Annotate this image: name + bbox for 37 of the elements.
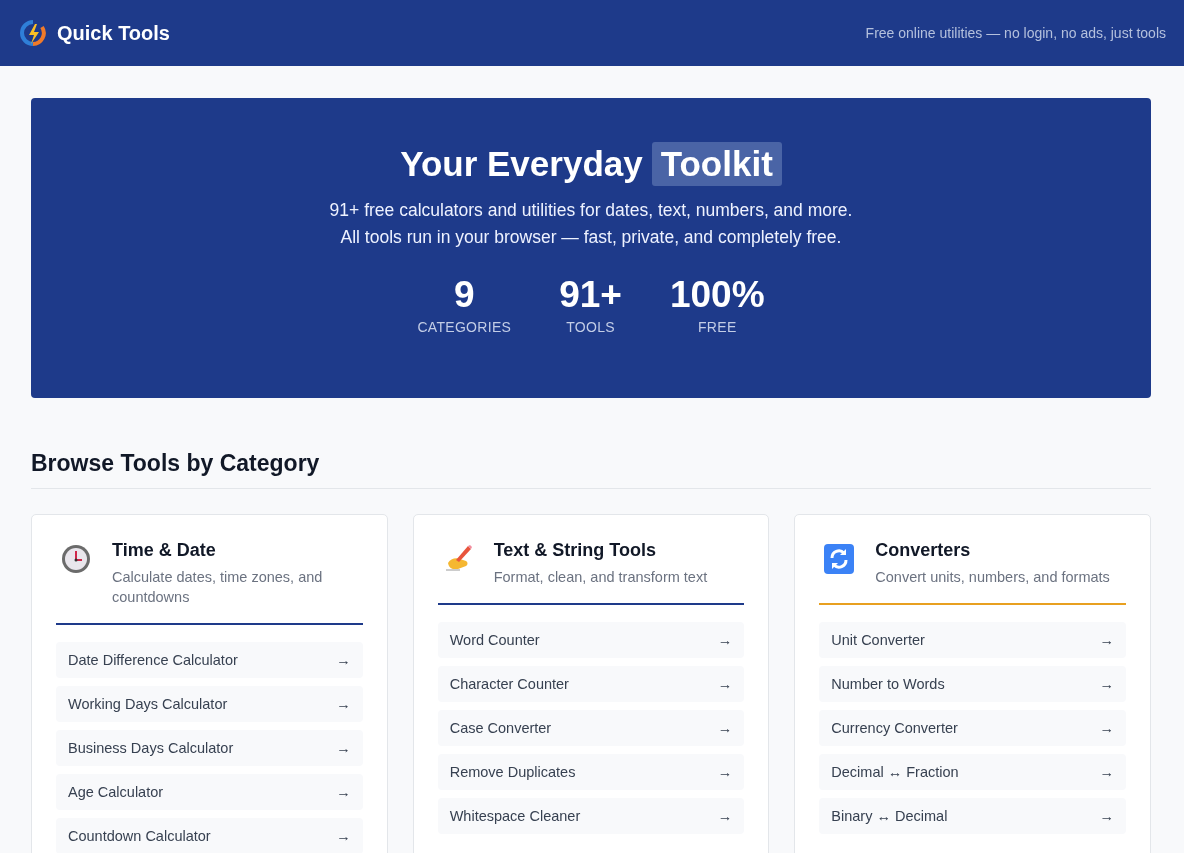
refresh-icon — [823, 543, 856, 575]
category-description: Convert units, numbers, and formats — [875, 568, 1110, 587]
tool-link[interactable]: Unit Converter → — [819, 622, 1126, 658]
tool-link[interactable]: Character Counter → — [437, 666, 745, 702]
tool-link[interactable]: Binary ↔ Decimal → — [819, 798, 1126, 834]
lightning-logo-icon — [19, 18, 47, 48]
tool-link[interactable]: Decimal ↔ Fraction → — [819, 754, 1126, 790]
tool-link[interactable]: Date Difference Calculator → — [56, 642, 363, 678]
stat-label: FREE — [698, 319, 737, 335]
tagline: Free online utilities — no login, no ads, just tools — [865, 25, 1166, 41]
category-title: Time & Date — [112, 540, 217, 561]
tool-link[interactable]: Whitespace Cleaner → — [437, 798, 745, 834]
tool-link[interactable]: Case Converter → — [437, 710, 745, 746]
tool-link[interactable]: Word Counter → — [437, 622, 745, 658]
highlighted-word: Toolkit — [651, 142, 782, 186]
tool-link[interactable]: Working Days Calculator → — [56, 686, 363, 722]
tool-link[interactable]: Currency Converter → — [819, 710, 1126, 746]
hero-subtitle: All tools run in your browser — fast, private, and completely free. — [340, 227, 842, 248]
tool-link[interactable]: Number to Words → — [819, 666, 1126, 702]
clock-icon — [60, 543, 92, 575]
category-description: Calculate dates, time zones, and countdowns — [112, 568, 324, 607]
stat-value: 100% — [669, 274, 765, 316]
tool-link[interactable]: Countdown Calculator → — [56, 818, 363, 853]
brand-name[interactable]: Quick Tools — [57, 21, 170, 45]
tool-link[interactable]: Remove Duplicates → — [437, 754, 745, 790]
category-title: Converters — [875, 540, 972, 561]
section-heading: Browse Tools by Category — [31, 450, 1151, 489]
tool-link[interactable]: Business Days Calculator → — [56, 730, 363, 766]
tool-link[interactable]: Age Calculator → — [56, 774, 363, 810]
hero-subtitle: 91+ free calculators and utilities for dates, text, numbers, and more. — [329, 200, 853, 221]
stat-value: 91+ — [559, 274, 622, 316]
category-title: Text & String Tools — [493, 540, 657, 561]
stat-value: 9 — [454, 274, 475, 316]
stat-label: TOOLS — [566, 319, 615, 335]
hero-title: Your Everyday — [400, 144, 643, 184]
stat-label: CATEGORIES — [417, 319, 512, 335]
category-description: Format, clean, and transform text — [493, 568, 708, 587]
